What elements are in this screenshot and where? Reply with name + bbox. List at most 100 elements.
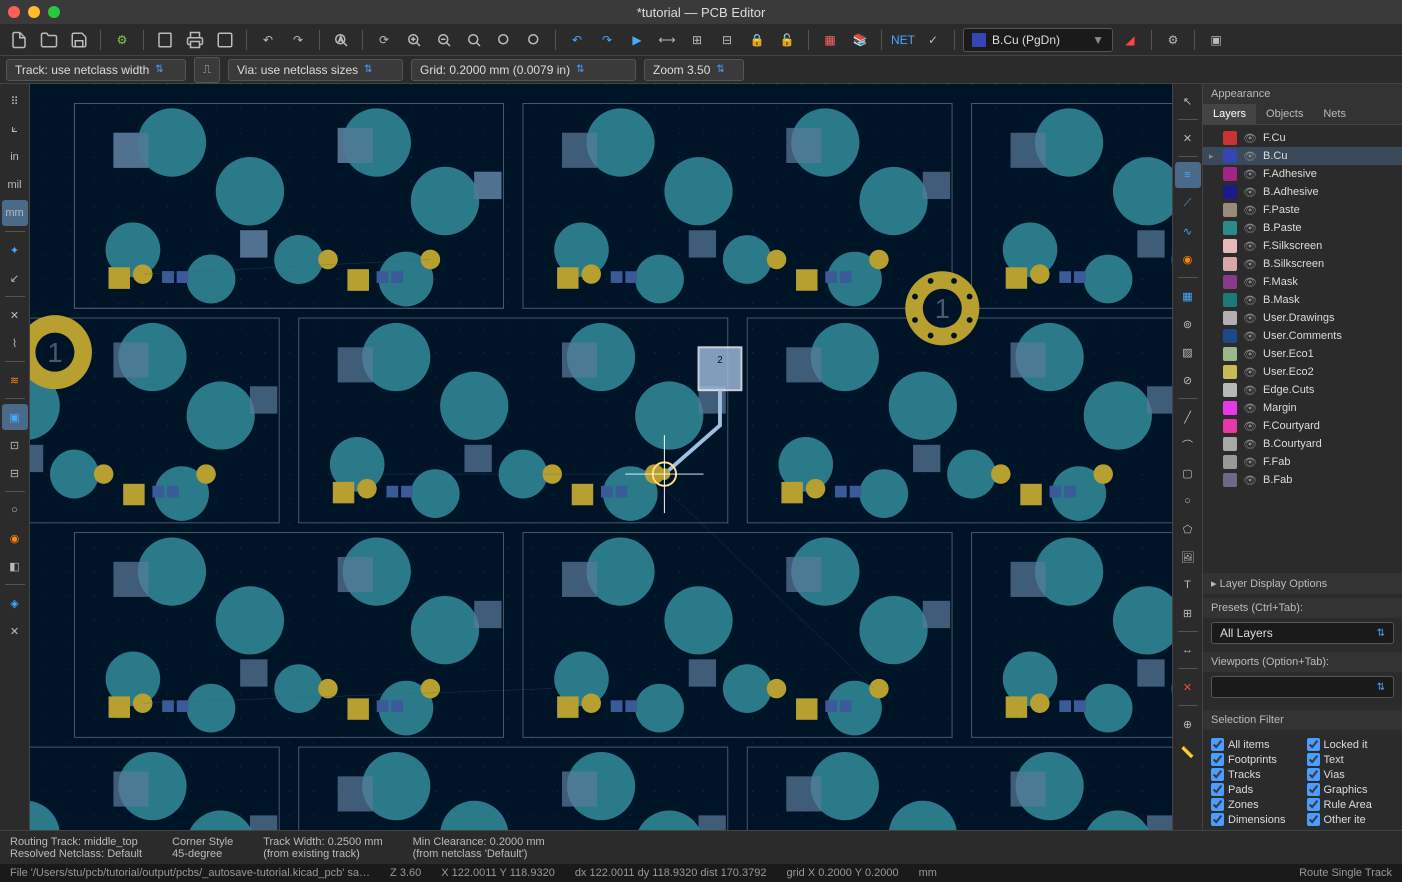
layer-swatch[interactable] bbox=[1223, 149, 1237, 163]
drc-button[interactable]: ✓ bbox=[920, 27, 946, 53]
layer-swatch[interactable] bbox=[1223, 329, 1237, 343]
filter-dimensions[interactable]: Dimensions bbox=[1211, 813, 1299, 826]
visibility-icon[interactable]: 👁 bbox=[1243, 240, 1257, 253]
layer-row-edge-cuts[interactable]: 👁 Edge.Cuts bbox=[1203, 381, 1402, 399]
curved-ratsnest-button[interactable]: ⌇ bbox=[2, 330, 28, 356]
layer-swatch[interactable] bbox=[1223, 383, 1237, 397]
layer-row-b-silkscreen[interactable]: 👁 B.Silkscreen bbox=[1203, 255, 1402, 273]
zoom-selection-button[interactable] bbox=[521, 27, 547, 53]
visibility-icon[interactable]: 👁 bbox=[1243, 474, 1257, 487]
layer-swatch[interactable] bbox=[1223, 167, 1237, 181]
layer-row-b-fab[interactable]: 👁 B.Fab bbox=[1203, 471, 1402, 489]
pad-fill-button[interactable]: ⊟ bbox=[2, 460, 28, 486]
zoom-fit-button[interactable] bbox=[461, 27, 487, 53]
scripting-console-button[interactable]: ▣ bbox=[1203, 27, 1229, 53]
filter-checkbox[interactable] bbox=[1307, 768, 1320, 781]
rotate-cw-button[interactable]: ↷ bbox=[594, 27, 620, 53]
layer-swatch[interactable] bbox=[1223, 401, 1237, 415]
filter-footprints[interactable]: Footprints bbox=[1211, 753, 1299, 766]
print-button[interactable] bbox=[182, 27, 208, 53]
filter-checkbox[interactable] bbox=[1307, 783, 1320, 796]
set-origin-button[interactable]: ⊕ bbox=[1175, 711, 1201, 737]
layer-row-user-eco2[interactable]: 👁 User.Eco2 bbox=[1203, 363, 1402, 381]
tab-nets[interactable]: Nets bbox=[1313, 104, 1356, 124]
layer-row-margin[interactable]: 👁 Margin bbox=[1203, 399, 1402, 417]
filter-all-items[interactable]: All items bbox=[1211, 738, 1299, 751]
layer-swatch[interactable] bbox=[1223, 419, 1237, 433]
filter-checkbox[interactable] bbox=[1307, 813, 1320, 826]
undo-button[interactable]: ↶ bbox=[255, 27, 281, 53]
layer-swatch[interactable] bbox=[1223, 311, 1237, 325]
ratsnest-toggle-button[interactable]: ✕ bbox=[2, 302, 28, 328]
zoom-objects-button[interactable] bbox=[491, 27, 517, 53]
units-mm-button[interactable]: mm bbox=[2, 200, 28, 226]
visibility-icon[interactable]: 👁 bbox=[1243, 384, 1257, 397]
page-settings-button[interactable] bbox=[152, 27, 178, 53]
filter-zones[interactable]: Zones bbox=[1211, 798, 1299, 811]
layer-row-f-adhesive[interactable]: 👁 F.Adhesive bbox=[1203, 165, 1402, 183]
delete-button[interactable]: ✕ bbox=[1175, 674, 1201, 700]
plugins-button[interactable]: ⚙ bbox=[1160, 27, 1186, 53]
select-tool-button[interactable]: ↖ bbox=[1175, 88, 1201, 114]
filter-checkbox[interactable] bbox=[1307, 738, 1320, 751]
layer-row-b-cu[interactable]: ▸ 👁 B.Cu bbox=[1203, 147, 1402, 165]
rotate-ccw-button[interactable]: ↶ bbox=[564, 27, 590, 53]
layer-row-b-adhesive[interactable]: 👁 B.Adhesive bbox=[1203, 183, 1402, 201]
layer-row-user-comments[interactable]: 👁 User.Comments bbox=[1203, 327, 1402, 345]
net-highlight-button[interactable]: ≡ bbox=[1175, 162, 1201, 188]
layer-display-options-header[interactable]: ▸ Layer Display Options bbox=[1203, 573, 1402, 594]
layer-row-f-paste[interactable]: 👁 F.Paste bbox=[1203, 201, 1402, 219]
save-button[interactable] bbox=[66, 27, 92, 53]
full-cursor-button[interactable]: ✦ bbox=[2, 237, 28, 263]
layer-row-f-silkscreen[interactable]: 👁 F.Silkscreen bbox=[1203, 237, 1402, 255]
filter-checkbox[interactable] bbox=[1211, 783, 1224, 796]
draw-line-button[interactable]: ╱ bbox=[1175, 404, 1201, 430]
layer-row-f-cu[interactable]: 👁 F.Cu bbox=[1203, 129, 1402, 147]
track-width-auto-button[interactable]: ⎍ bbox=[194, 57, 220, 83]
find-button[interactable]: A bbox=[328, 27, 354, 53]
ungroup-button[interactable]: ⊟ bbox=[714, 27, 740, 53]
filter-vias[interactable]: Vias bbox=[1307, 768, 1395, 781]
lock-button[interactable]: 🔒 bbox=[744, 27, 770, 53]
layer-swatch[interactable] bbox=[1223, 221, 1237, 235]
presets-combo[interactable]: All Layers ⇅ bbox=[1211, 622, 1394, 644]
pcb-canvas[interactable]: 1 1 bbox=[30, 84, 1172, 830]
tab-objects[interactable]: Objects bbox=[1256, 104, 1313, 124]
layer-swatch[interactable] bbox=[1223, 293, 1237, 307]
grid-combo[interactable]: Grid: 0.2000 mm (0.0079 in) ⇅ bbox=[411, 59, 636, 81]
zoom-out-button[interactable] bbox=[431, 27, 457, 53]
layer-selector[interactable]: B.Cu (PgDn) ▼ bbox=[963, 28, 1113, 52]
visibility-icon[interactable]: 👁 bbox=[1243, 204, 1257, 217]
viewports-combo[interactable]: ⇅ bbox=[1211, 676, 1394, 698]
filter-locked-it[interactable]: Locked it bbox=[1307, 738, 1395, 751]
pcb-canvas-svg[interactable]: 1 1 bbox=[30, 84, 1172, 830]
filter-checkbox[interactable] bbox=[1211, 738, 1224, 751]
open-button[interactable] bbox=[36, 27, 62, 53]
draw-rect-button[interactable]: ▢ bbox=[1175, 460, 1201, 486]
layer-swatch[interactable] bbox=[1223, 275, 1237, 289]
units-mil-button[interactable]: mil bbox=[2, 172, 28, 198]
draw-arc-button[interactable]: ⌒ bbox=[1175, 432, 1201, 458]
update-from-schematic-button[interactable]: NET bbox=[890, 27, 916, 53]
footprint-browser-button[interactable]: 📚 bbox=[847, 27, 873, 53]
filter-checkbox[interactable] bbox=[1307, 798, 1320, 811]
filter-tracks[interactable]: Tracks bbox=[1211, 768, 1299, 781]
draw-circle-button[interactable]: ○ bbox=[1175, 488, 1201, 514]
filter-text[interactable]: Text bbox=[1307, 753, 1395, 766]
visibility-icon[interactable]: 👁 bbox=[1243, 438, 1257, 451]
filter-checkbox[interactable] bbox=[1211, 813, 1224, 826]
redo-button[interactable]: ↷ bbox=[285, 27, 311, 53]
plot-button[interactable] bbox=[212, 27, 238, 53]
layer-row-f-courtyard[interactable]: 👁 F.Courtyard bbox=[1203, 417, 1402, 435]
via-size-combo[interactable]: Via: use netclass sizes ⇅ bbox=[228, 59, 403, 81]
layer-swatch[interactable] bbox=[1223, 203, 1237, 217]
via-fill-button[interactable]: ○ bbox=[2, 497, 28, 523]
layer-swatch[interactable] bbox=[1223, 473, 1237, 487]
dimension-button[interactable]: ↔ bbox=[1175, 637, 1201, 663]
visibility-icon[interactable]: 👁 bbox=[1243, 276, 1257, 289]
zoom-redraw-button[interactable]: ⟳ bbox=[371, 27, 397, 53]
layer-swatch[interactable] bbox=[1223, 239, 1237, 253]
visibility-icon[interactable]: 👁 bbox=[1243, 348, 1257, 361]
origin-toggle-button[interactable]: ↙ bbox=[2, 265, 28, 291]
route-track-button[interactable]: ⟋ bbox=[1175, 190, 1201, 216]
